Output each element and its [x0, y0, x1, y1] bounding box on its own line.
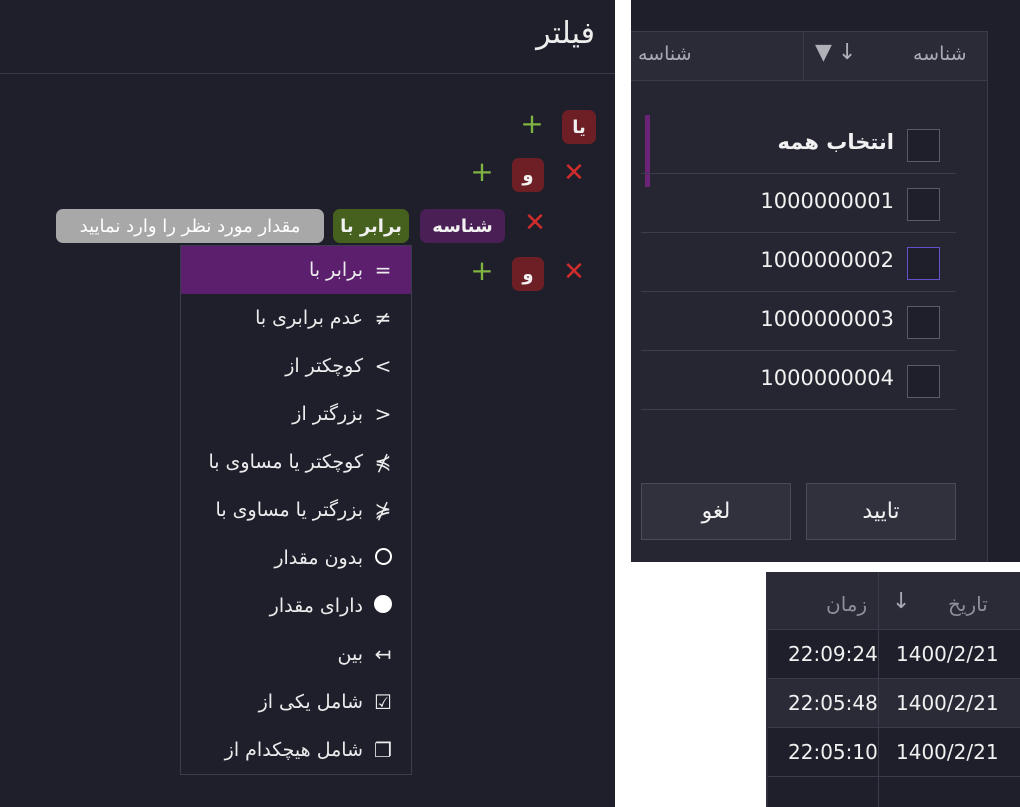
column-header-time[interactable]: زمان [826, 592, 867, 616]
operator-item-less-than[interactable]: > کوچکتر از [181, 342, 411, 390]
column-separator [878, 572, 879, 807]
operator-label: دارای مقدار [269, 595, 363, 617]
operator-label: بین [337, 643, 364, 665]
value-input[interactable]: مقدار مورد نظر را وارد نمایید [56, 209, 324, 243]
list-item-label: 1000000003 [760, 307, 894, 331]
confirm-button[interactable]: تایید [806, 483, 956, 540]
list-item-label: 1000000004 [760, 366, 894, 390]
checkbox[interactable] [907, 365, 940, 398]
operator-item-any-of[interactable]: ☑ شامل یکی از [181, 678, 411, 726]
operator-item-greater-or-equal[interactable]: ⋠ بزرگتر یا مساوی با [181, 486, 411, 534]
or-group-button[interactable]: یا [562, 110, 596, 144]
operator-item-is-not-blank[interactable]: دارای مقدار [181, 582, 411, 630]
list-item[interactable]: 1000000004 [641, 352, 956, 410]
time-cell: 22:05:10 [788, 740, 878, 764]
checkbox[interactable] [907, 247, 940, 280]
list-item-label: 1000000001 [760, 189, 894, 213]
operator-menu: = برابر با ≠ عدم برابری با > کوچکتر از <… [180, 245, 412, 775]
date-cell: 1400/2/21 [896, 642, 999, 666]
operator-item-not-equals[interactable]: ≠ عدم برابری با [181, 294, 411, 342]
checkbox-icon: ☑ [374, 690, 392, 714]
select-all-label: انتخاب همه [777, 130, 894, 154]
checkbox[interactable] [907, 129, 940, 162]
column-separator [803, 31, 804, 81]
equals-icon: = [374, 258, 392, 282]
operator-label: عدم برابری با [255, 307, 363, 329]
operator-item-less-or-equal[interactable]: ⋡ کوچکتر یا مساوی با [181, 438, 411, 486]
remove-condition-icon[interactable]: ✕ [523, 210, 547, 236]
add-condition-icon[interactable]: + [470, 257, 494, 285]
divider [0, 73, 615, 74]
add-condition-icon[interactable]: + [470, 158, 494, 186]
list-item-select-all[interactable]: انتخاب همه [641, 116, 956, 174]
operator-item-is-blank[interactable]: بدون مقدار [181, 534, 411, 582]
list-item[interactable]: 1000000003 [641, 293, 956, 351]
remove-group-icon[interactable]: ✕ [562, 160, 586, 186]
table-row[interactable]: 22:09:24 1400/2/21 [768, 630, 1020, 679]
field-selector[interactable]: شناسه [420, 209, 505, 243]
operator-label: شامل یکی از [258, 691, 363, 713]
filter-title: فیلتر [536, 16, 595, 51]
time-cell: 22:09:24 [788, 642, 878, 666]
sort-down-icon[interactable]: ↓ [838, 40, 856, 65]
less-than-icon: > [374, 354, 392, 378]
checkbox[interactable] [907, 188, 940, 221]
filter-panel: فیلتر یا + ✕ و + ✕ شناسه برابر با مقدار … [0, 0, 615, 807]
remove-group-icon[interactable]: ✕ [562, 259, 586, 285]
list-item[interactable]: 1000000002 [641, 234, 956, 292]
checkbox[interactable] [907, 306, 940, 339]
operator-label: کوچکتر یا مساوی با [208, 451, 363, 473]
operator-item-equals[interactable]: = برابر با [181, 246, 411, 294]
date-cell: 1400/2/21 [896, 691, 999, 715]
copy-box-icon: ❐ [374, 738, 392, 762]
and-group-button[interactable]: و [512, 158, 544, 192]
column-header-id[interactable]: شناسه [913, 43, 967, 65]
table-row[interactable]: 22:05:48 1400/2/21 [768, 679, 1020, 728]
not-equals-icon: ≠ [374, 306, 392, 330]
greater-or-equal-icon: ⋠ [374, 498, 392, 522]
sort-down-icon[interactable]: ↓ [892, 589, 910, 614]
column-header-id-2[interactable]: شناسه [638, 43, 692, 65]
cancel-button[interactable]: لغو [641, 483, 791, 540]
greater-than-icon: < [374, 402, 392, 426]
list-item-label: 1000000002 [760, 248, 894, 272]
operator-selector[interactable]: برابر با [333, 209, 409, 243]
operator-item-between[interactable]: ↤ بین [181, 630, 411, 678]
operator-label: شامل هیچکدام از [224, 739, 363, 761]
list-item[interactable]: 1000000001 [641, 175, 956, 233]
circle-filled-icon [371, 594, 395, 618]
filter-icon[interactable]: ▼ [815, 40, 832, 65]
table-header: زمان ↓ تاریخ [768, 572, 1020, 630]
column-header-date[interactable]: تاریخ [948, 592, 988, 616]
date-cell: 1400/2/21 [896, 740, 999, 764]
between-icon: ↤ [374, 642, 392, 666]
operator-item-greater-than[interactable]: < بزرگتر از [181, 390, 411, 438]
time-cell: 22:05:48 [788, 691, 878, 715]
add-condition-icon[interactable]: + [520, 110, 544, 138]
operator-label: برابر با [309, 259, 363, 281]
operator-item-none-of[interactable]: ❐ شامل هیچکدام از [181, 726, 411, 774]
less-or-equal-icon: ⋡ [374, 450, 392, 474]
operator-label: بدون مقدار [274, 547, 363, 569]
operator-label: کوچکتر از [285, 355, 363, 377]
data-table: زمان ↓ تاریخ 22:09:24 1400/2/21 22:05:48… [766, 572, 1020, 807]
column-separator [987, 31, 988, 81]
operator-label: بزرگتر از [292, 403, 363, 425]
and-group-button[interactable]: و [512, 257, 544, 291]
operator-label: بزرگتر یا مساوی با [215, 499, 363, 521]
table-row[interactable]: 22:05:10 1400/2/21 [768, 728, 1020, 777]
circle-outline-icon [371, 546, 395, 570]
